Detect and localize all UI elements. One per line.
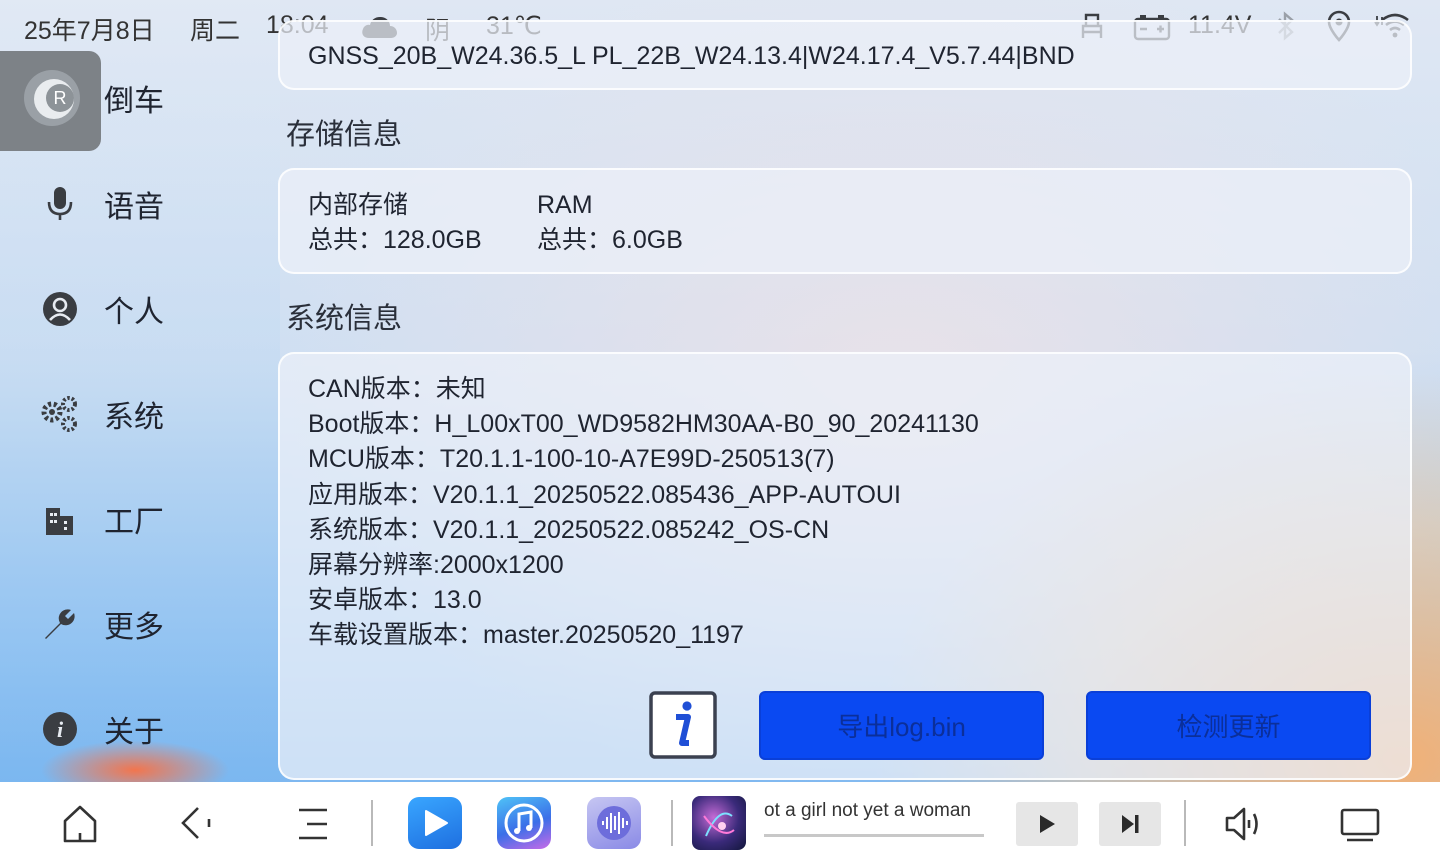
sidebar-item-factory[interactable]: 工厂 [0, 469, 260, 569]
sidebar-item-system[interactable]: 系统 [0, 364, 260, 464]
storage-section-title: 存储信息 [286, 119, 403, 151]
export-log-button[interactable]: 导出log.bin [759, 691, 1044, 760]
skip-next-icon[interactable] [1099, 802, 1161, 846]
sidebar-item-label: 工厂 [104, 506, 164, 539]
ram-label: RAM [537, 191, 593, 219]
system-info-list: CAN版本：未知 Boot版本：H_L00xT00_WD9582HM30AA-B… [308, 372, 979, 654]
play-icon[interactable] [1016, 802, 1078, 846]
sidebar-item-personal[interactable]: 个人 [0, 259, 260, 359]
taskbar-separator [671, 800, 673, 846]
sidebar-item-more[interactable]: 更多 [0, 574, 260, 674]
music-app-icon[interactable] [497, 797, 551, 849]
svg-text:R: R [54, 88, 67, 108]
sidebar-item-voice[interactable]: 语音 [0, 154, 260, 254]
sidebar-item-label: 个人 [104, 296, 164, 329]
sidebar-item-label: 语音 [104, 191, 164, 224]
screen-resolution: 屏幕分辨率:2000x1200 [308, 551, 564, 580]
status-weekday: 周二 [190, 17, 241, 45]
ram-total: 总共：6.0GB [537, 226, 683, 254]
reverse-r-icon: R [22, 68, 82, 128]
back-icon[interactable] [176, 801, 216, 845]
mcu-version: MCU版本：T20.1.1-100-10-A7E99D-250513(7) [308, 445, 835, 474]
app-version: 应用版本：V20.1.1_20250522.085436_APP-AUTOUI [308, 480, 901, 509]
screen-background: 25年7月8日 周二 18:04 阴 31℃ 11.4V R 倒车 [0, 0, 1440, 782]
taskbar-separator [1184, 800, 1186, 846]
can-version: CAN版本：未知 [308, 375, 486, 403]
check-update-button[interactable]: 检测更新 [1086, 691, 1371, 760]
system-section-title: 系统信息 [286, 303, 403, 335]
android-version: 安卓版本：13.0 [308, 586, 482, 615]
sidebar-item-reverse[interactable]: R 倒车 [0, 48, 260, 148]
boot-version: Boot版本：H_L00xT00_WD9582HM30AA-B0_90_2024… [308, 410, 979, 439]
svg-text:i: i [57, 717, 64, 742]
microphone-icon [40, 184, 80, 224]
sidebar-item-label: 系统 [104, 401, 164, 434]
car-settings-version: 车载设置版本：master.20250520_1197 [308, 621, 744, 650]
content-clip [278, 0, 1412, 52]
user-icon [40, 289, 80, 329]
info-icon: i [40, 709, 80, 749]
status-date: 25年7月8日 [24, 17, 155, 45]
taskbar-separator [371, 800, 373, 846]
menu-icon[interactable] [294, 805, 332, 843]
sidebar-item-label: 关于 [104, 716, 164, 749]
now-playing-title: ot a girl not yet a woman [764, 800, 971, 821]
screen-icon[interactable] [1338, 804, 1382, 844]
sidebar-item-label: 更多 [104, 611, 164, 644]
gears-icon [40, 394, 80, 434]
sidebar-item-about[interactable]: i 关于 [0, 679, 260, 779]
home-icon[interactable] [60, 801, 100, 845]
album-art[interactable] [692, 796, 746, 850]
storage-card: 内部存储 总共：128.0GB RAM 总共：6.0GB [278, 168, 1412, 274]
internal-storage-label: 内部存储 [308, 191, 409, 219]
volume-icon[interactable] [1222, 802, 1266, 846]
voice-wave-app-icon[interactable] [587, 797, 641, 849]
internal-storage-total: 总共：128.0GB [308, 226, 482, 254]
sidebar-item-label: 倒车 [104, 85, 164, 118]
wrench-icon [40, 604, 80, 644]
os-version: 系统版本：V20.1.1_20250522.085242_OS-CN [308, 515, 830, 544]
info-i-icon[interactable] [649, 691, 717, 759]
now-playing-progress[interactable] [764, 834, 984, 837]
factory-icon [40, 499, 80, 539]
video-player-app-icon[interactable] [408, 797, 462, 849]
